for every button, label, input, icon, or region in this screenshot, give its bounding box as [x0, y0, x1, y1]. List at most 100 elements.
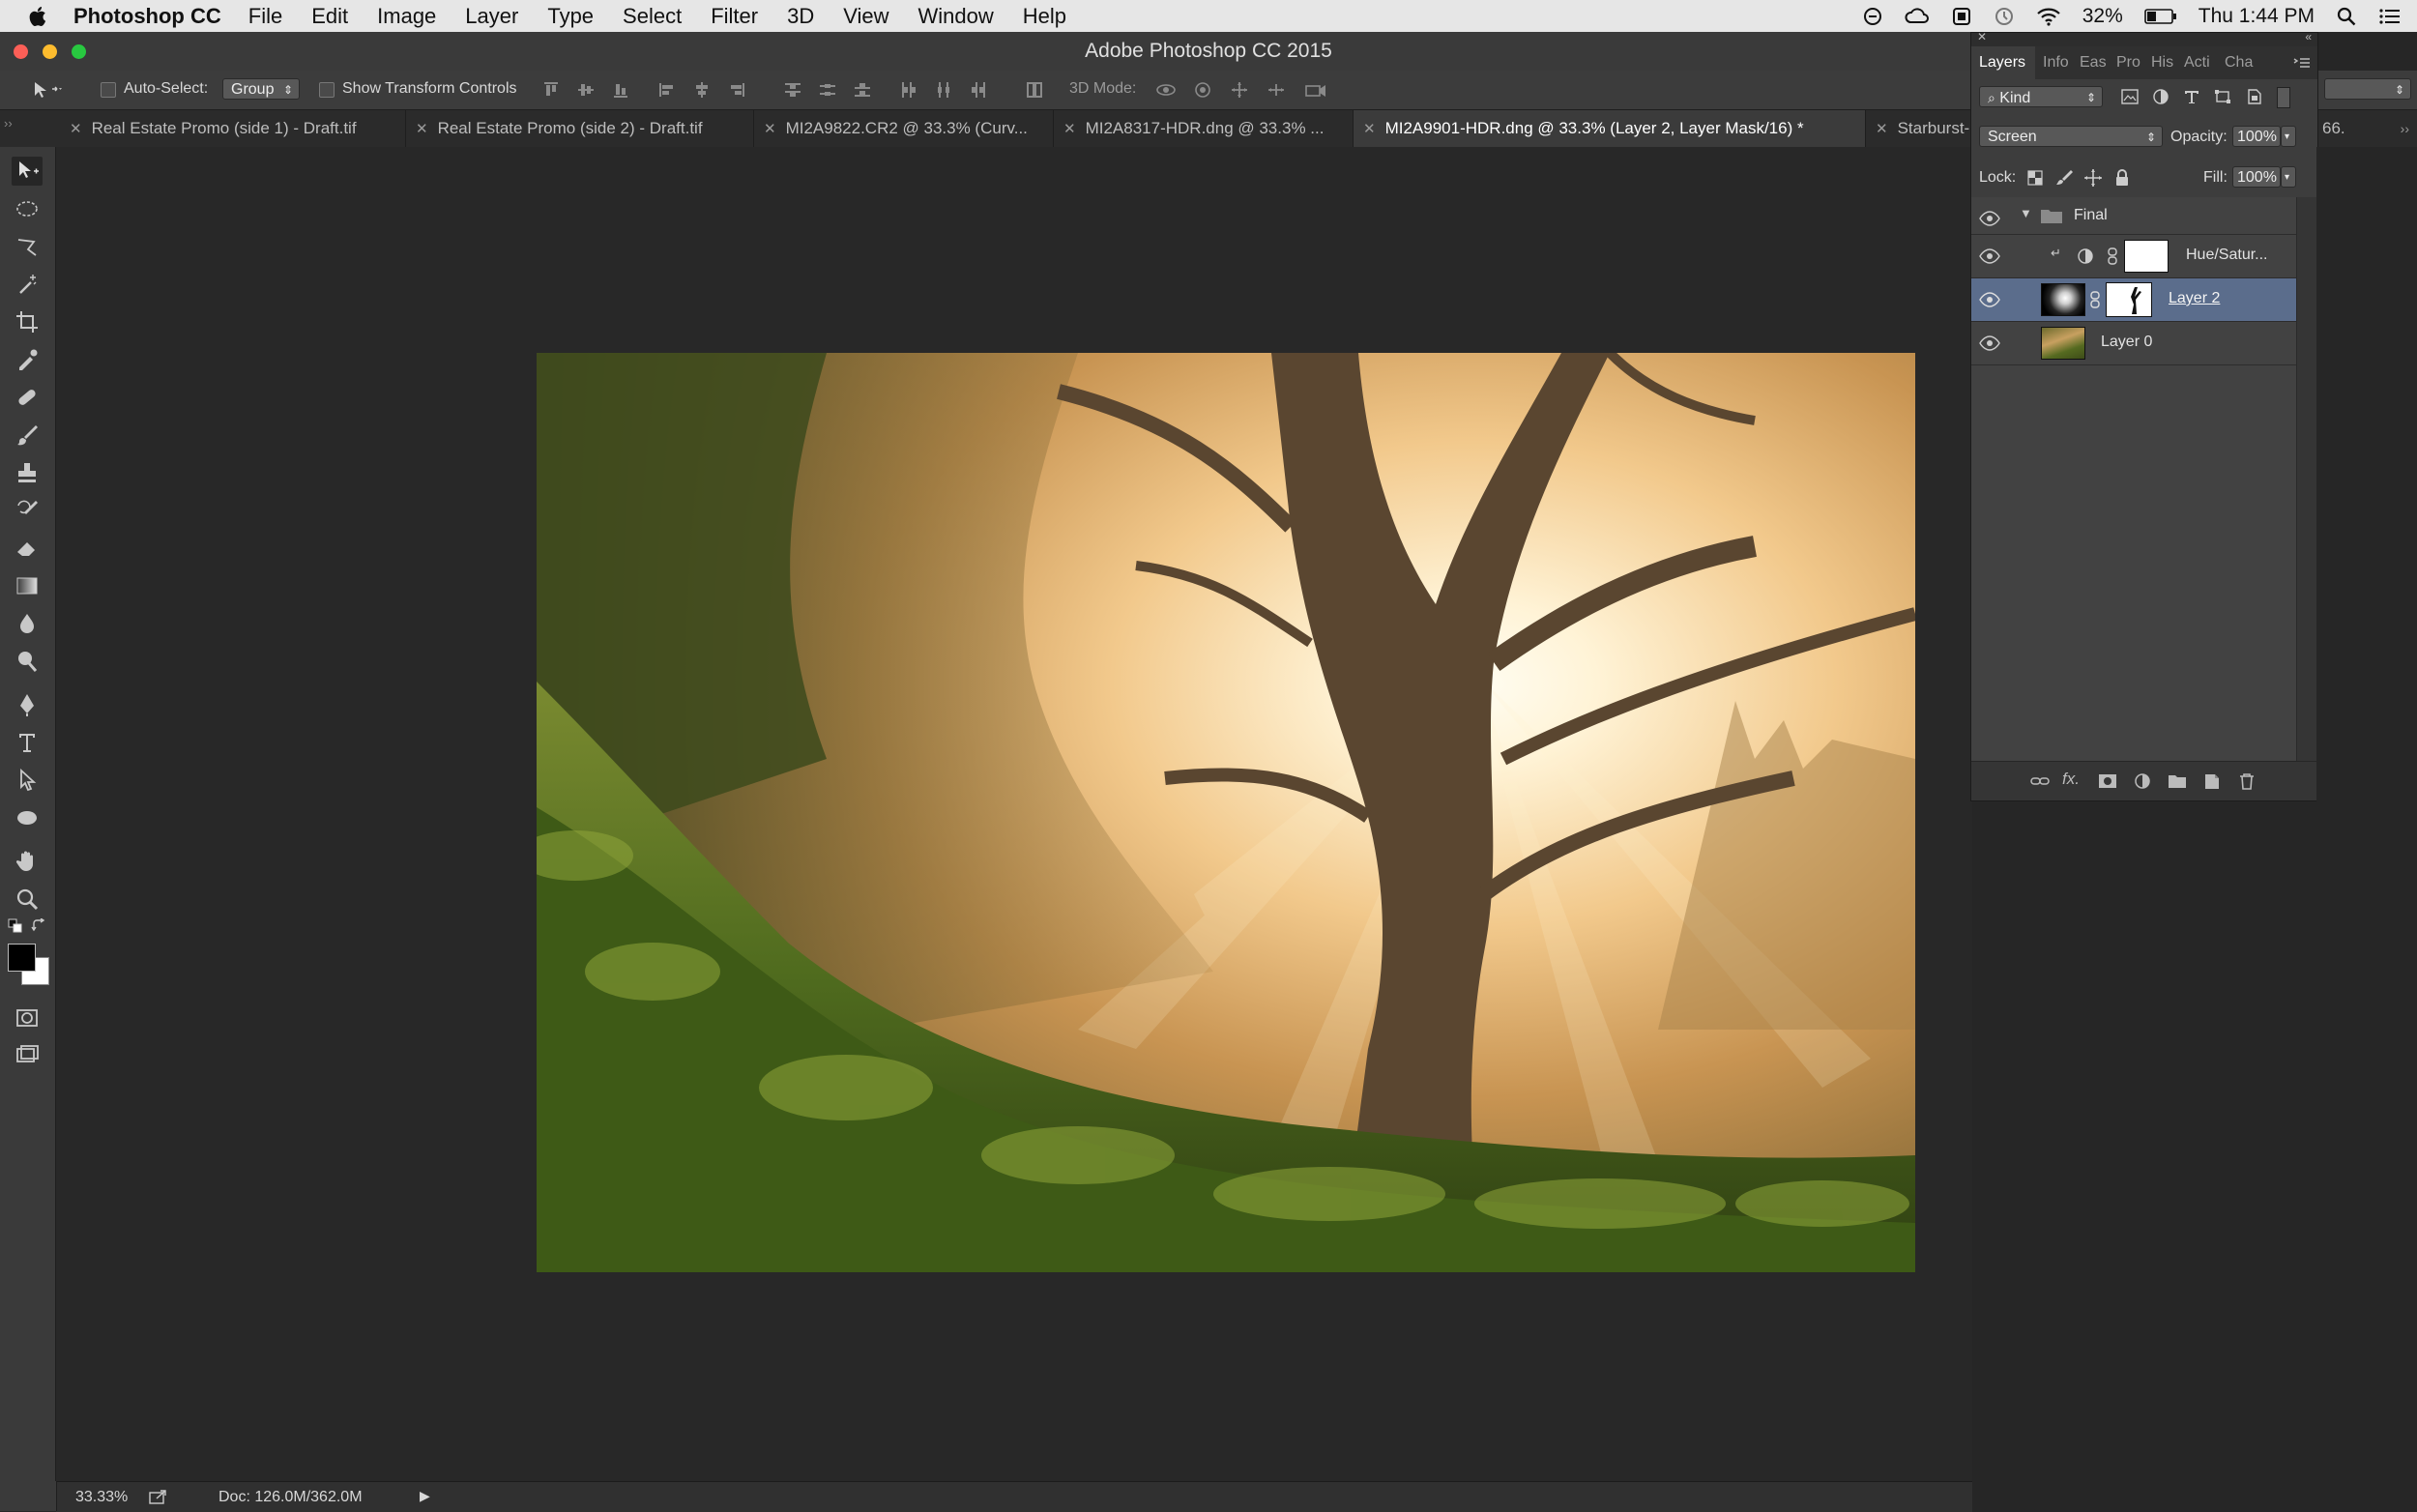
zoom-tool[interactable] [12, 885, 43, 914]
foreground-color-swatch[interactable] [8, 944, 36, 972]
blend-mode-dropdown[interactable]: Screen ⇕ [1979, 126, 2163, 147]
layer-name[interactable]: Layer 2 [2169, 290, 2220, 307]
brush-tool[interactable] [12, 421, 43, 450]
link-layers-icon[interactable] [2029, 771, 2051, 791]
3d-slide-icon[interactable] [1267, 80, 1286, 100]
tab-starburst[interactable]: ✕ Starburst- [1866, 110, 1972, 147]
layer-thumbnail[interactable] [2041, 283, 2085, 316]
wifi-icon[interactable] [2036, 6, 2061, 27]
filter-smart-objects-icon[interactable] [2244, 88, 2263, 105]
clone-stamp-tool[interactable] [12, 458, 43, 487]
creative-cloud-icon[interactable] [1905, 6, 1930, 27]
tab-layers[interactable]: Layers [1971, 46, 2035, 79]
layer-style-fx-icon[interactable]: fx. [2062, 770, 2080, 789]
visibility-eye-icon[interactable] [1979, 247, 2000, 266]
layer-group-final[interactable]: ▼ Final [1971, 197, 2296, 235]
tab-eas[interactable]: Eas [2080, 46, 2109, 79]
tab-close-icon[interactable]: ✕ [1363, 121, 1376, 137]
marquee-tool[interactable] [12, 194, 43, 223]
healing-brush-tool[interactable] [12, 383, 43, 412]
swap-colors-icon[interactable] [31, 918, 46, 932]
panel-collapse-icon[interactable]: ›› [4, 116, 13, 131]
3d-pan-icon[interactable] [1230, 80, 1249, 100]
tab-close-icon[interactable]: ✕ [416, 121, 428, 137]
layer-mask-thumbnail-active[interactable] [2106, 282, 2152, 317]
workspace-dropdown[interactable]: ⇕ [2324, 78, 2411, 100]
align-top-edges-icon[interactable] [541, 80, 561, 100]
auto-select-checkbox[interactable] [101, 82, 116, 98]
tab-pro[interactable]: Pro [2116, 46, 2145, 79]
layer-name[interactable]: Hue/Satur... [2186, 247, 2268, 264]
menu-image[interactable]: Image [377, 4, 436, 29]
pen-tool[interactable] [12, 690, 43, 719]
group-expand-chevron-icon[interactable]: ▼ [2020, 206, 2032, 220]
align-vertical-centers-icon[interactable] [576, 80, 596, 100]
layer-2-selected[interactable]: Layer 2 [1971, 278, 2296, 322]
gradient-tool[interactable] [12, 571, 43, 600]
distribute-left-icon[interactable] [899, 80, 918, 100]
filter-pixel-layers-icon[interactable] [2120, 88, 2140, 105]
opacity-slider-toggle[interactable]: ▾ [2281, 126, 2296, 147]
blur-tool[interactable] [12, 609, 43, 638]
magic-wand-tool[interactable] [12, 270, 43, 299]
layer-thumbnail[interactable] [2041, 327, 2085, 360]
tab-channels[interactable]: Cha [2225, 46, 2257, 79]
panel-header-strip[interactable]: ✕ « [1971, 30, 2317, 46]
eraser-tool[interactable] [12, 534, 43, 563]
tab-mi2a8317[interactable]: ✕ MI2A8317-HDR.dng @ 33.3% ... [1054, 110, 1354, 147]
layer-list-scrollbar[interactable] [2296, 197, 2318, 762]
link-chain-icon[interactable] [2089, 290, 2101, 309]
3d-scale-icon[interactable] [1303, 80, 1328, 100]
tab-info[interactable]: Info [2043, 46, 2072, 79]
distribute-top-icon[interactable] [783, 80, 802, 100]
menu-window[interactable]: Window [918, 4, 994, 29]
move-tool[interactable] [12, 157, 43, 186]
spotlight-search-icon[interactable] [2336, 6, 2357, 27]
tab-real-estate-side-1[interactable]: ✕ Real Estate Promo (side 1) - Draft.tif [60, 110, 406, 147]
tab-close-icon[interactable]: ✕ [1063, 121, 1076, 137]
menu-view[interactable]: View [843, 4, 888, 29]
delete-layer-trash-icon[interactable] [2236, 771, 2257, 791]
tab-actions[interactable]: Acti [2184, 46, 2217, 79]
layer-hue-saturation[interactable]: ↵ Hue/Satur... [1971, 235, 2296, 278]
lock-all-icon[interactable] [2112, 168, 2132, 188]
eyedropper-tool[interactable] [12, 345, 43, 374]
new-adjustment-layer-icon[interactable] [2132, 771, 2153, 791]
crop-tool[interactable] [12, 307, 43, 336]
distribute-right-icon[interactable] [969, 80, 988, 100]
new-group-folder-icon[interactable] [2167, 771, 2188, 791]
visibility-eye-icon[interactable] [1979, 290, 2000, 309]
apple-icon[interactable] [29, 6, 48, 27]
align-bottom-edges-icon[interactable] [611, 80, 630, 100]
tab-real-estate-side-2[interactable]: ✕ Real Estate Promo (side 2) - Draft.tif [406, 110, 754, 147]
filter-shape-layers-icon[interactable] [2213, 88, 2232, 105]
filter-adjustment-layers-icon[interactable] [2151, 88, 2170, 105]
battery-icon[interactable] [2143, 7, 2177, 26]
tab-close-icon[interactable]: ✕ [1876, 121, 1888, 137]
ellipse-tool[interactable] [12, 803, 43, 832]
history-brush-tool[interactable] [12, 496, 43, 525]
menu-type[interactable]: Type [547, 4, 594, 29]
move-tool-preset-icon[interactable] [31, 80, 64, 100]
lock-position-icon[interactable] [2083, 168, 2103, 188]
quick-mask-mode[interactable] [12, 1003, 43, 1032]
document-image[interactable] [537, 353, 1915, 1272]
menu-layer[interactable]: Layer [465, 4, 518, 29]
visibility-eye-icon[interactable] [1979, 334, 2000, 353]
menu-select[interactable]: Select [623, 4, 682, 29]
align-left-edges-icon[interactable] [657, 80, 677, 100]
menu-app-name[interactable]: Photoshop CC [73, 4, 221, 29]
sync-icon[interactable] [1862, 6, 1883, 27]
add-layer-mask-icon[interactable] [2097, 771, 2118, 791]
auto-align-layers-icon[interactable] [1025, 80, 1044, 100]
link-chain-icon[interactable] [2107, 247, 2118, 266]
panel-close-icon[interactable]: ✕ [1977, 30, 1987, 44]
filter-type-layers-icon[interactable] [2182, 88, 2201, 105]
3d-orbit-icon[interactable] [1154, 80, 1178, 100]
app-status-icon[interactable] [1951, 6, 1972, 27]
screen-mode[interactable] [12, 1041, 43, 1070]
align-horizontal-centers-icon[interactable] [692, 80, 712, 100]
fill-input[interactable]: 100% [2232, 166, 2281, 188]
auto-select-dropdown[interactable]: Group ⇕ [222, 78, 300, 100]
layer-0[interactable]: Layer 0 [1971, 322, 2296, 365]
